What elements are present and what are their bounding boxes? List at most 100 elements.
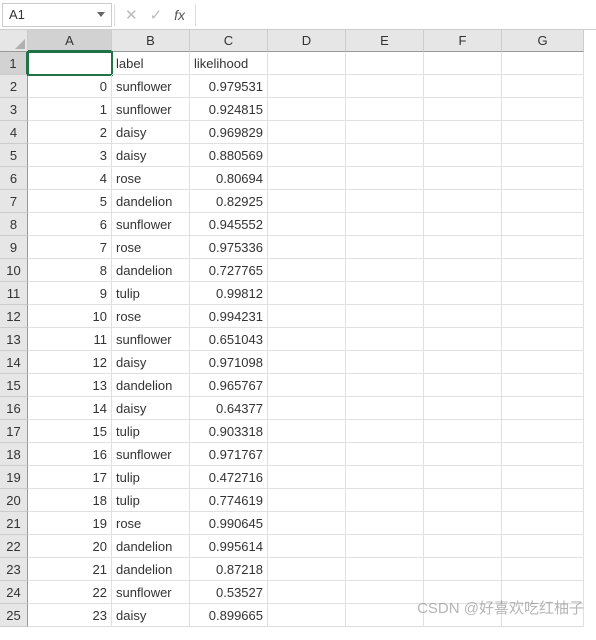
cell[interactable]: label: [112, 52, 190, 75]
cell[interactable]: rose: [112, 236, 190, 259]
cell[interactable]: [346, 190, 424, 213]
cell[interactable]: [424, 282, 502, 305]
cell[interactable]: 21: [28, 558, 112, 581]
cell[interactable]: daisy: [112, 604, 190, 627]
cell[interactable]: 7: [28, 236, 112, 259]
cell[interactable]: [346, 213, 424, 236]
cell[interactable]: [424, 604, 502, 627]
cell[interactable]: [268, 328, 346, 351]
cell[interactable]: [424, 443, 502, 466]
cell[interactable]: 0.899665: [190, 604, 268, 627]
cell[interactable]: 2: [28, 121, 112, 144]
fx-icon[interactable]: fx: [174, 7, 185, 23]
cell[interactable]: [268, 443, 346, 466]
cell[interactable]: [502, 443, 584, 466]
cell[interactable]: 6: [28, 213, 112, 236]
cell[interactable]: [346, 558, 424, 581]
row-header[interactable]: 7: [0, 190, 28, 213]
row-header[interactable]: 17: [0, 420, 28, 443]
cell[interactable]: [268, 420, 346, 443]
cell[interactable]: 0.87218: [190, 558, 268, 581]
select-all-corner[interactable]: [0, 30, 28, 52]
cell[interactable]: [424, 558, 502, 581]
cell[interactable]: [502, 581, 584, 604]
cell[interactable]: [502, 420, 584, 443]
cell[interactable]: [502, 351, 584, 374]
cell[interactable]: sunflower: [112, 328, 190, 351]
cell[interactable]: 20: [28, 535, 112, 558]
cell[interactable]: [424, 305, 502, 328]
cell[interactable]: [502, 52, 584, 75]
cell[interactable]: [502, 328, 584, 351]
cell[interactable]: [268, 489, 346, 512]
row-header[interactable]: 16: [0, 397, 28, 420]
cell[interactable]: [424, 190, 502, 213]
row-header[interactable]: 2: [0, 75, 28, 98]
row-header[interactable]: 8: [0, 213, 28, 236]
cell[interactable]: dandelion: [112, 259, 190, 282]
cell[interactable]: 5: [28, 190, 112, 213]
row-header[interactable]: 14: [0, 351, 28, 374]
cell[interactable]: dandelion: [112, 558, 190, 581]
cell[interactable]: [502, 167, 584, 190]
row-header[interactable]: 11: [0, 282, 28, 305]
cell[interactable]: [424, 397, 502, 420]
cell[interactable]: 15: [28, 420, 112, 443]
cell[interactable]: [424, 144, 502, 167]
cell[interactable]: [268, 236, 346, 259]
row-header[interactable]: 4: [0, 121, 28, 144]
cell[interactable]: dandelion: [112, 190, 190, 213]
row-header[interactable]: 23: [0, 558, 28, 581]
cell[interactable]: 0.975336: [190, 236, 268, 259]
cell[interactable]: 0.53527: [190, 581, 268, 604]
cell[interactable]: [502, 489, 584, 512]
cell[interactable]: tulip: [112, 420, 190, 443]
cell[interactable]: [268, 397, 346, 420]
cell[interactable]: [268, 167, 346, 190]
cell[interactable]: [268, 121, 346, 144]
cell[interactable]: [502, 374, 584, 397]
row-header[interactable]: 12: [0, 305, 28, 328]
cell[interactable]: 0.969829: [190, 121, 268, 144]
cell[interactable]: 17: [28, 466, 112, 489]
col-header-e[interactable]: E: [346, 30, 424, 52]
chevron-down-icon[interactable]: [97, 12, 105, 17]
cell[interactable]: [346, 374, 424, 397]
cell[interactable]: [268, 75, 346, 98]
cell[interactable]: [346, 351, 424, 374]
row-header[interactable]: 9: [0, 236, 28, 259]
cell[interactable]: [268, 604, 346, 627]
cell[interactable]: 18: [28, 489, 112, 512]
row-header[interactable]: 19: [0, 466, 28, 489]
cell[interactable]: [502, 397, 584, 420]
cell[interactable]: [424, 581, 502, 604]
cell[interactable]: [346, 397, 424, 420]
cell[interactable]: rose: [112, 305, 190, 328]
cell[interactable]: [346, 75, 424, 98]
cell[interactable]: 0.472716: [190, 466, 268, 489]
row-header[interactable]: 13: [0, 328, 28, 351]
cell[interactable]: [346, 98, 424, 121]
cell[interactable]: [424, 466, 502, 489]
col-header-a[interactable]: A: [28, 30, 112, 52]
cell[interactable]: [502, 236, 584, 259]
cell[interactable]: [268, 351, 346, 374]
cell[interactable]: [268, 374, 346, 397]
col-header-f[interactable]: F: [424, 30, 502, 52]
name-box[interactable]: A1: [2, 3, 112, 27]
cell[interactable]: [346, 282, 424, 305]
row-header[interactable]: 20: [0, 489, 28, 512]
cell[interactable]: [502, 282, 584, 305]
row-header[interactable]: 1: [0, 52, 28, 75]
cell[interactable]: [502, 604, 584, 627]
cell[interactable]: [346, 328, 424, 351]
cell[interactable]: 0.924815: [190, 98, 268, 121]
cell[interactable]: tulip: [112, 282, 190, 305]
cell[interactable]: [268, 558, 346, 581]
cell[interactable]: [268, 305, 346, 328]
cell[interactable]: [346, 489, 424, 512]
cell[interactable]: 13: [28, 374, 112, 397]
cell[interactable]: rose: [112, 167, 190, 190]
cell[interactable]: [424, 535, 502, 558]
row-header[interactable]: 5: [0, 144, 28, 167]
